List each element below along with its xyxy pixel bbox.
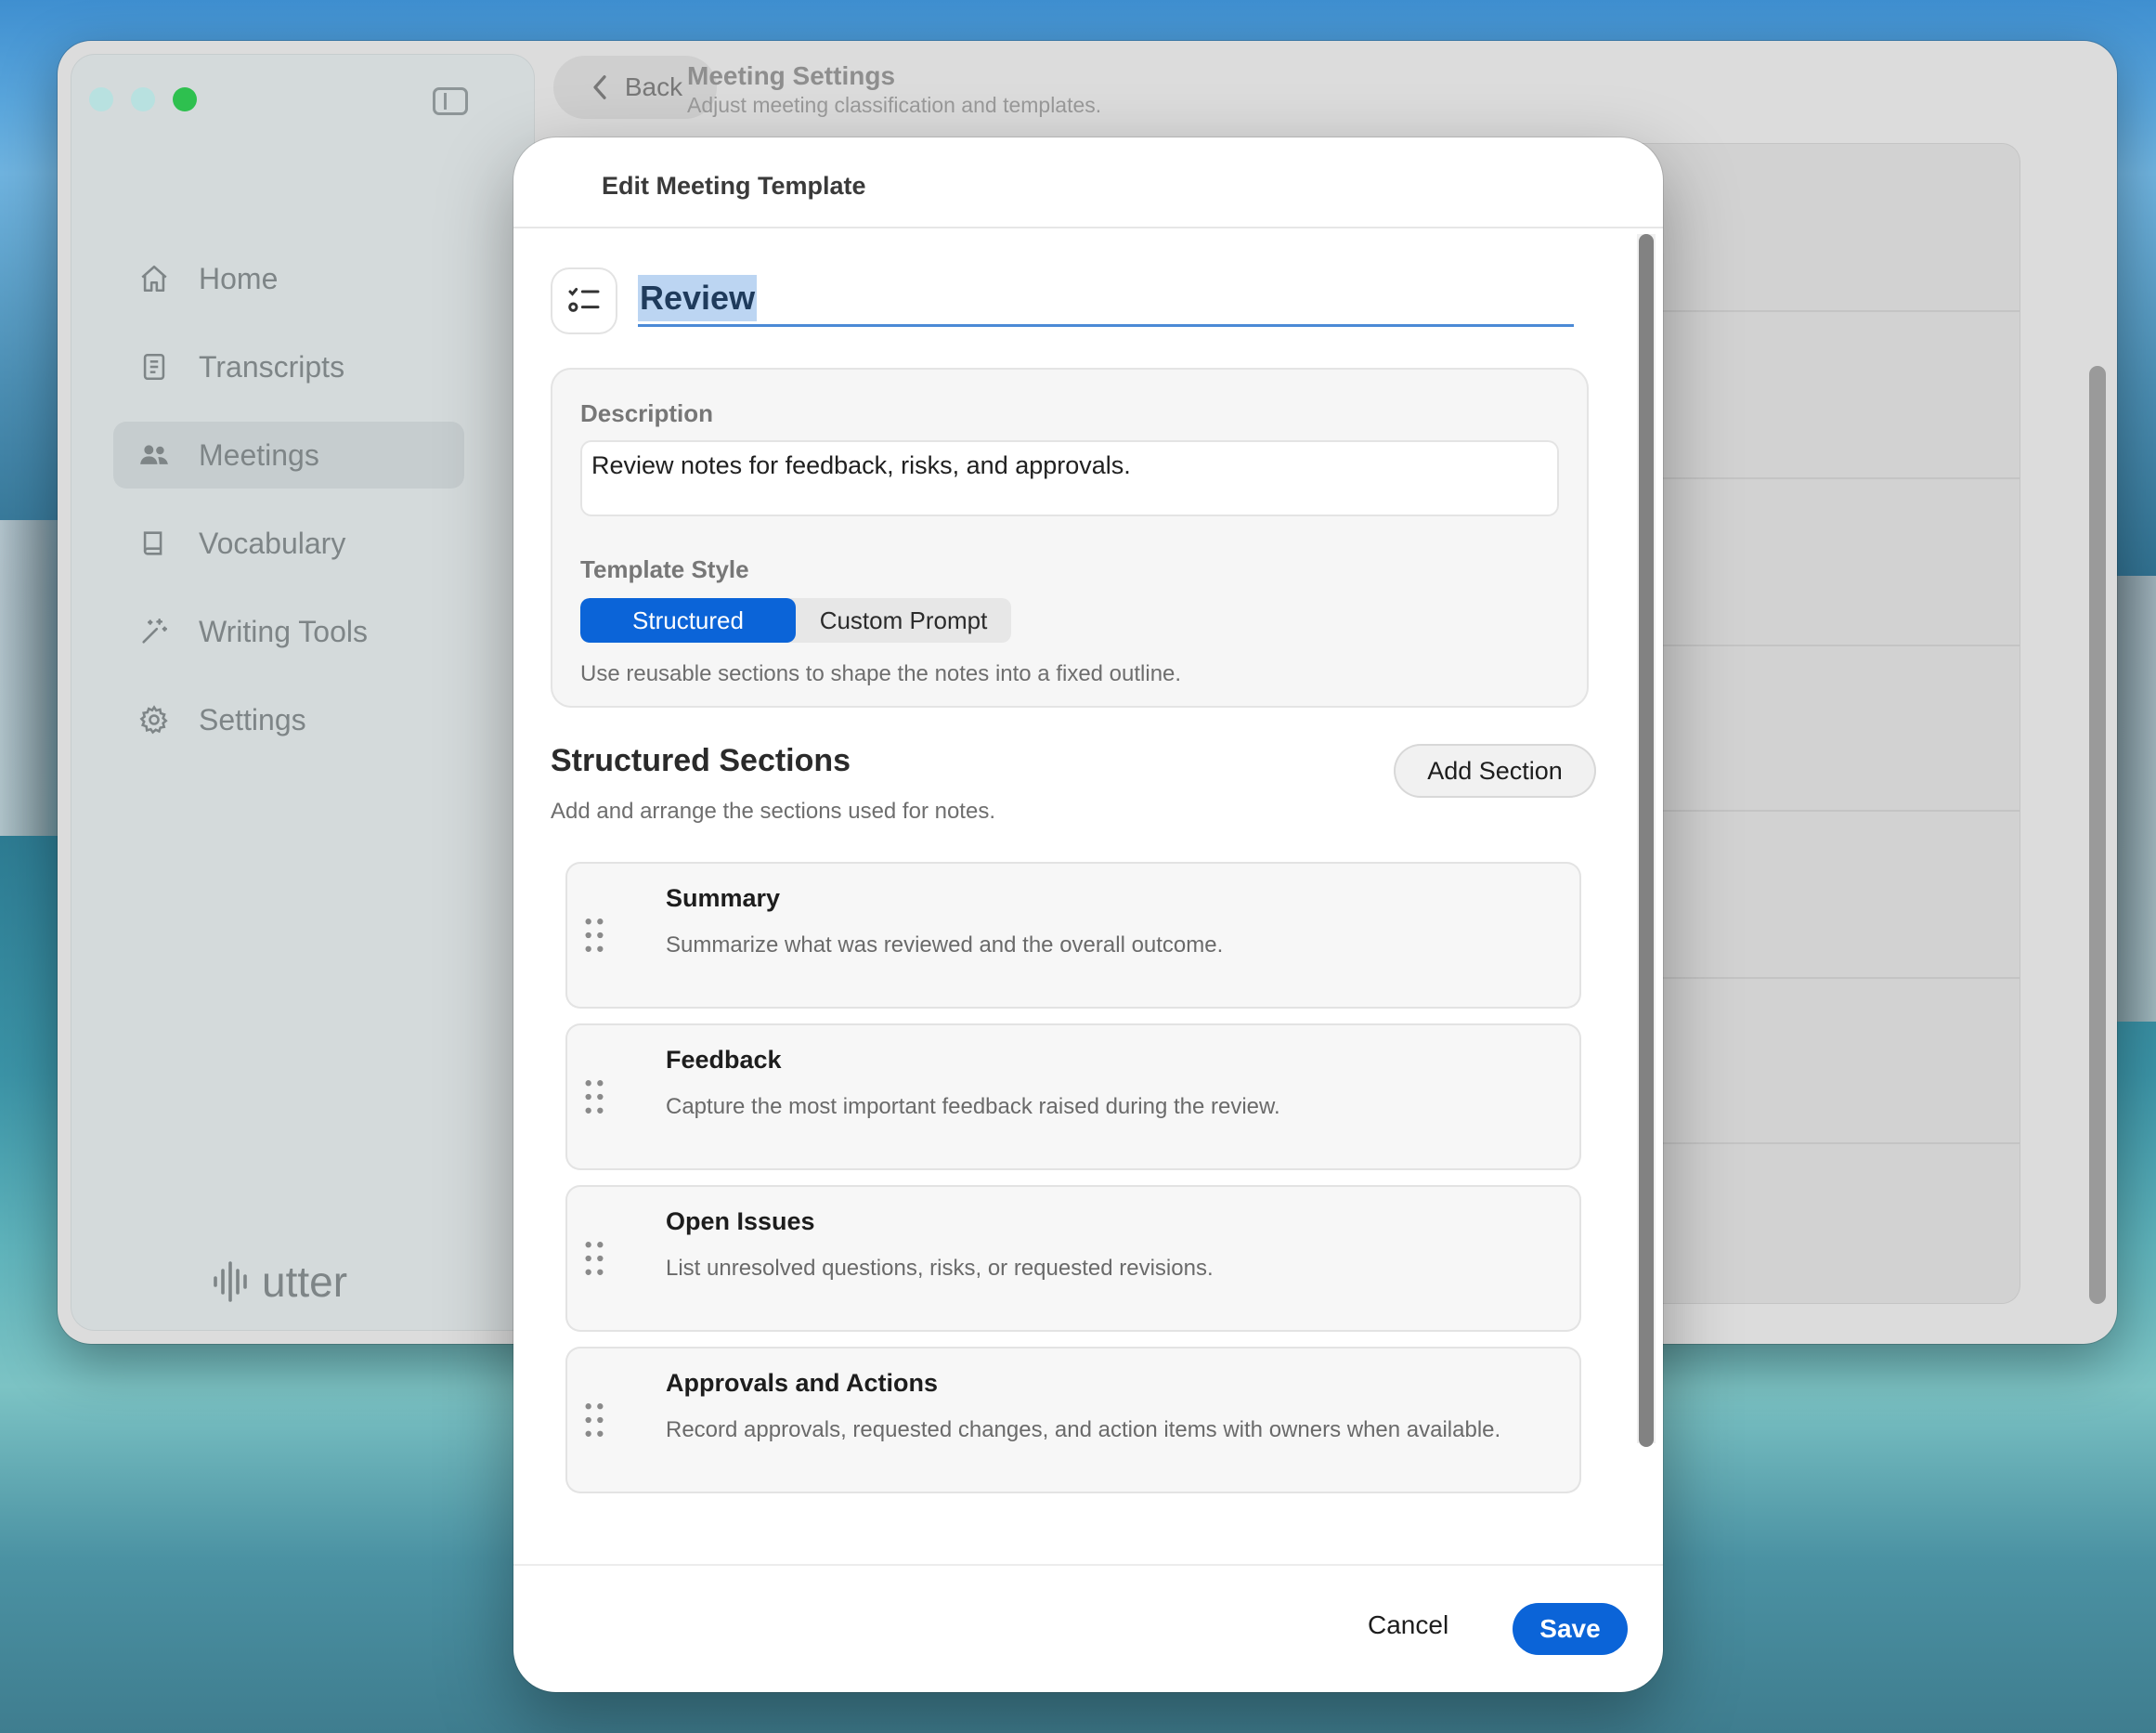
sidebar-item-label: Settings [199, 702, 306, 736]
style-option-custom-prompt[interactable]: Custom Prompt [796, 598, 1011, 643]
template-style-segmented-control: Structured Custom Prompt [580, 598, 1011, 643]
style-option-structured[interactable]: Structured [580, 598, 796, 643]
zoom-window-button[interactable] [173, 87, 197, 111]
sidebar-item-settings[interactable]: Settings [113, 686, 464, 753]
sidebar-item-label: Vocabulary [199, 526, 346, 560]
sidebar-item-label: Transcripts [199, 349, 345, 384]
sidebar-toggle-icon[interactable] [433, 87, 468, 115]
home-icon [137, 262, 171, 295]
main-scrollbar[interactable] [2089, 366, 2106, 1304]
section-list: Summary Summarize what was reviewed and … [565, 862, 1581, 1508]
brand-logo: utter [210, 1257, 347, 1307]
back-button-label: Back [624, 72, 683, 101]
template-name-text: Review [638, 275, 758, 321]
drag-handle-icon[interactable] [584, 1402, 604, 1438]
gear-icon [137, 703, 171, 736]
page-subtitle: Adjust meeting classification and templa… [687, 93, 1102, 117]
section-item-feedback[interactable]: Feedback Capture the most important feed… [565, 1023, 1581, 1170]
document-icon [137, 350, 171, 384]
section-item-approvals-and-actions[interactable]: Approvals and Actions Record approvals, … [565, 1347, 1581, 1493]
structured-sections-subtitle: Add and arrange the sections used for no… [551, 799, 995, 824]
section-item-open-issues[interactable]: Open Issues List unresolved questions, r… [565, 1185, 1581, 1332]
section-name: Approvals and Actions [666, 1369, 939, 1397]
modal-scrollbar[interactable] [1639, 234, 1654, 1447]
modal-footer-divider [513, 1564, 1663, 1566]
cancel-button[interactable]: Cancel [1368, 1610, 1448, 1640]
brand-name: utter [262, 1257, 348, 1306]
checklist-icon [568, 288, 600, 312]
minimize-window-button[interactable] [131, 87, 155, 111]
sidebar-item-writing-tools[interactable]: Writing Tools [113, 598, 464, 665]
close-window-button[interactable] [89, 87, 113, 111]
people-icon [137, 438, 171, 472]
sidebar-item-label: Home [199, 261, 279, 295]
section-name: Summary [666, 884, 781, 912]
template-style-label: Template Style [580, 555, 749, 583]
chevron-left-icon [593, 75, 606, 99]
sidebar: Home Transcripts Meetings Vocabulary Wri… [71, 54, 535, 1331]
sidebar-item-transcripts[interactable]: Transcripts [113, 333, 464, 400]
drag-handle-icon[interactable] [584, 918, 604, 953]
structured-sections-title: Structured Sections [551, 743, 851, 778]
save-button[interactable]: Save [1513, 1603, 1628, 1655]
add-section-button[interactable]: Add Section [1394, 744, 1596, 798]
template-style-hint: Use reusable sections to shape the notes… [580, 661, 1182, 686]
modal-title: Edit Meeting Template [602, 172, 866, 200]
section-description: Capture the most important feedback rais… [666, 1094, 1280, 1119]
drag-handle-icon[interactable] [584, 1079, 604, 1114]
template-name-field[interactable]: Review [638, 275, 1574, 327]
sidebar-item-vocabulary[interactable]: Vocabulary [113, 510, 464, 577]
sidebar-nav: Home Transcripts Meetings Vocabulary Wri… [113, 245, 464, 775]
sidebar-item-meetings[interactable]: Meetings [113, 422, 464, 489]
section-name: Open Issues [666, 1207, 815, 1235]
sidebar-item-home[interactable]: Home [113, 245, 464, 312]
template-icon-button[interactable] [551, 267, 617, 334]
section-description: List unresolved questions, risks, or req… [666, 1256, 1214, 1281]
edit-template-modal: Edit Meeting Template Review Description… [513, 137, 1663, 1692]
sidebar-item-label: Writing Tools [199, 614, 368, 648]
section-description: Summarize what was reviewed and the over… [666, 932, 1224, 958]
waveform-icon [214, 1261, 247, 1302]
description-label: Description [580, 399, 714, 427]
section-description: Record approvals, requested changes, and… [666, 1417, 1501, 1442]
section-item-summary[interactable]: Summary Summarize what was reviewed and … [565, 862, 1581, 1009]
modal-header-divider [513, 227, 1663, 228]
page-title: Meeting Settings [687, 61, 896, 90]
book-icon [137, 527, 171, 560]
drag-handle-icon[interactable] [584, 1241, 604, 1276]
section-name: Feedback [666, 1046, 782, 1074]
sidebar-item-label: Meetings [199, 437, 319, 472]
window-controls [89, 87, 197, 111]
template-details-card: Description Review notes for feedback, r… [551, 368, 1589, 708]
description-field[interactable]: Review notes for feedback, risks, and ap… [580, 440, 1559, 516]
magic-wand-icon [137, 615, 171, 648]
